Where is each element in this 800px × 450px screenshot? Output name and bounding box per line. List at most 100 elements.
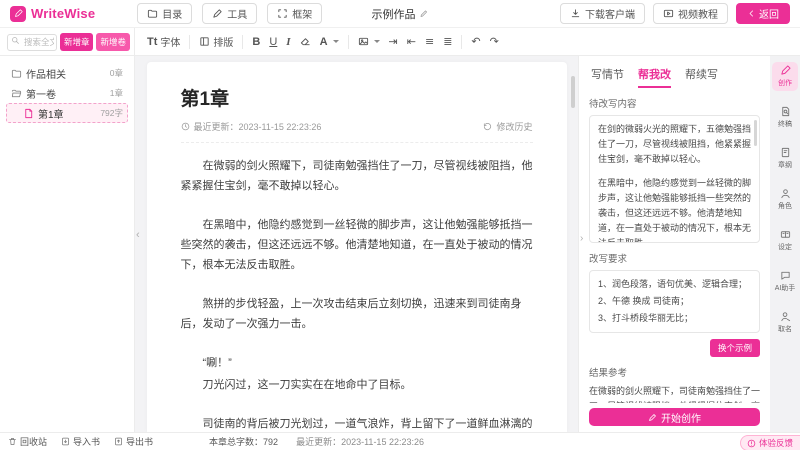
export-book-button[interactable]: 导出书	[114, 435, 153, 448]
ai-assistant-panel: › 写情节 帮我改 帮续写 待改写内容 在剑的微弱火光的照耀下，五德勉强挡住了一…	[578, 56, 770, 432]
history-link[interactable]: 修改历史	[483, 120, 532, 133]
recycle-bin-label: 回收站	[20, 435, 47, 448]
requirement-line: 2、午德 换成 司徒南；	[598, 294, 751, 309]
sidebar-item-work-related[interactable]: 作品相关 0章	[6, 63, 128, 83]
rail-item-characters[interactable]: 角色	[772, 185, 798, 214]
bold-button[interactable]: B	[252, 36, 260, 48]
video-icon	[663, 8, 674, 19]
source-textarea[interactable]: 在剑的微弱火光的照耀下，五德勉强挡住了一刀，尽管视线被阻挡，他紧紧握住宝剑，毫不…	[589, 115, 760, 243]
menu-tools-button[interactable]: 工具	[202, 3, 257, 24]
font-color-icon: A	[320, 36, 328, 48]
chapter-sidebar: 作品相关 0章 第一卷 1章 第1章 792字	[0, 56, 135, 432]
font-button[interactable]: Tt 字体	[147, 34, 180, 49]
font-color-button[interactable]: A	[320, 36, 339, 48]
tree-label: 第一卷	[26, 86, 56, 101]
sidebar-toolbar: 新增章 新增卷	[0, 28, 135, 55]
menu-tools-label: 工具	[227, 6, 247, 21]
sidebar-item-volume-1[interactable]: 第一卷 1章	[6, 83, 128, 103]
tree-count: 1章	[110, 87, 123, 99]
editor-scrollbar[interactable]	[571, 76, 575, 108]
menu-directory-button[interactable]: 目录	[137, 3, 192, 24]
rail-label: 创作	[778, 78, 792, 88]
folder-icon	[11, 68, 22, 79]
person-icon	[780, 188, 791, 199]
menu-framework-label: 框架	[292, 6, 312, 21]
app-body: 作品相关 0章 第一卷 1章 第1章 792字 ‹ 第1章 最近更新：2023-…	[0, 56, 800, 432]
pen-icon	[648, 413, 657, 422]
feedback-button[interactable]: 体验反馈	[740, 435, 800, 450]
back-label: 返回	[759, 6, 779, 21]
rail-item-final-draft[interactable]: 终稿	[772, 103, 798, 132]
undo-button[interactable]: ↶	[471, 35, 480, 48]
chapter-title: 第1章	[181, 84, 533, 111]
chapter-body[interactable]: 在微弱的剑火照耀下，司徒南勉强挡住了一刀，尽管视线被阻挡，他紧紧握住宝剑，毫不敢…	[181, 156, 533, 432]
rail-label: 设定	[778, 242, 792, 252]
change-example-button[interactable]: 换个示例	[710, 339, 760, 357]
eraser-icon[interactable]	[300, 36, 311, 47]
toolbar-divider	[461, 35, 462, 49]
right-rail: 创作 终稿 章纲 角色 设定 AI助手 取名	[770, 56, 800, 432]
video-tutorial-button[interactable]: 视频教程	[653, 3, 728, 24]
add-chapter-button[interactable]: 新增章	[60, 33, 94, 51]
underline-button[interactable]: U	[269, 36, 277, 48]
collapse-sidebar-handle[interactable]: ‹	[136, 229, 140, 241]
requirement-line: 3、打斗桥段华丽无比；	[598, 311, 751, 326]
requirements-textarea[interactable]: 1、润色段落，语句优美、逻辑合理； 2、午德 换成 司徒南； 3、打斗桥段华丽无…	[589, 270, 760, 333]
import-book-button[interactable]: 导入书	[61, 435, 100, 448]
feedback-icon	[747, 439, 756, 448]
result-reference: 在微弱的剑火照耀下，司徒南勉强挡住了一刀，尽管视线被阻挡，他紧紧握住宝剑，毫不敢…	[589, 384, 760, 403]
outdent-button[interactable]: ⇤	[407, 35, 416, 48]
add-volume-button[interactable]: 新增卷	[96, 33, 130, 51]
chevron-down-icon	[333, 40, 339, 43]
quill-icon	[780, 65, 791, 76]
align-button[interactable]: ≡	[425, 35, 434, 48]
menu-framework-button[interactable]: 框架	[267, 3, 322, 24]
toolbar-divider	[242, 35, 243, 49]
recycle-bin-button[interactable]: 回收站	[8, 435, 47, 448]
rail-item-ai-assistant[interactable]: AI助手	[772, 267, 798, 296]
import-book-label: 导入书	[73, 435, 100, 448]
rail-item-naming[interactable]: 取名	[772, 308, 798, 337]
editor-paper[interactable]: 第1章 最近更新：2023-11-15 22:23:26 修改历史 在微弱的剑火…	[147, 62, 567, 432]
start-writing-button[interactable]: 开始创作	[589, 408, 760, 426]
indent-button[interactable]: ⇥	[389, 35, 398, 48]
download-client-label: 下载客户端	[585, 6, 635, 21]
sidebar-item-chapter-1[interactable]: 第1章 792字	[6, 103, 128, 123]
paragraph: 司徒南的背后被刀光划过，一道气浪炸，背上留下了一道鲜血淋漓的伤口。	[181, 414, 533, 432]
list-button[interactable]: ≣	[443, 35, 452, 48]
frame-icon	[277, 8, 288, 19]
textarea-scrollbar[interactable]	[754, 120, 757, 146]
rail-label: 取名	[778, 324, 792, 334]
download-client-button[interactable]: 下载客户端	[560, 3, 645, 24]
collapse-panel-handle[interactable]: ›	[580, 233, 583, 244]
tab-help-me-revise[interactable]: 帮我改	[638, 66, 671, 88]
trash-icon	[8, 437, 17, 446]
paragraph: “唰！”	[181, 353, 533, 373]
editor-area: ‹ 第1章 最近更新：2023-11-15 22:23:26 修改历史 在微弱的…	[135, 56, 578, 432]
rail-item-chapter-outline[interactable]: 章纲	[772, 144, 798, 173]
chapter-meta: 最近更新：2023-11-15 22:23:26 修改历史	[181, 120, 533, 143]
rail-item-create[interactable]: 创作	[772, 62, 798, 91]
font-icon: Tt	[147, 36, 157, 48]
rail-label: 角色	[778, 201, 792, 211]
tab-help-continue[interactable]: 帮续写	[685, 66, 718, 88]
video-tutorial-label: 视频教程	[678, 6, 718, 21]
format-toolbar: Tt 字体 排版 B U I A ⇥ ⇤ ≡ ≣ ↶ ↷	[135, 34, 511, 49]
layout-button[interactable]: 排版	[199, 34, 233, 49]
history-icon	[483, 122, 492, 131]
work-title: 示例作品	[372, 6, 429, 22]
back-button[interactable]: 返回	[736, 3, 790, 24]
app-header: WriteWise 目录 工具 框架 示例作品 下载客户端 视频教程 返回	[0, 0, 800, 28]
italic-button[interactable]: I	[286, 36, 290, 48]
edit-title-icon[interactable]	[420, 9, 429, 18]
insert-image-button[interactable]	[358, 36, 380, 47]
chat-bubble-icon	[780, 270, 791, 281]
requirement-line: 1、润色段落，语句优美、逻辑合理；	[598, 277, 751, 292]
tab-write-plot[interactable]: 写情节	[591, 66, 624, 88]
rail-item-settings[interactable]: 设定	[772, 226, 798, 255]
import-icon	[61, 437, 70, 446]
rail-label: 终稿	[778, 119, 792, 129]
folder-icon	[147, 8, 158, 19]
download-icon	[570, 8, 581, 19]
redo-button[interactable]: ↷	[490, 35, 499, 48]
